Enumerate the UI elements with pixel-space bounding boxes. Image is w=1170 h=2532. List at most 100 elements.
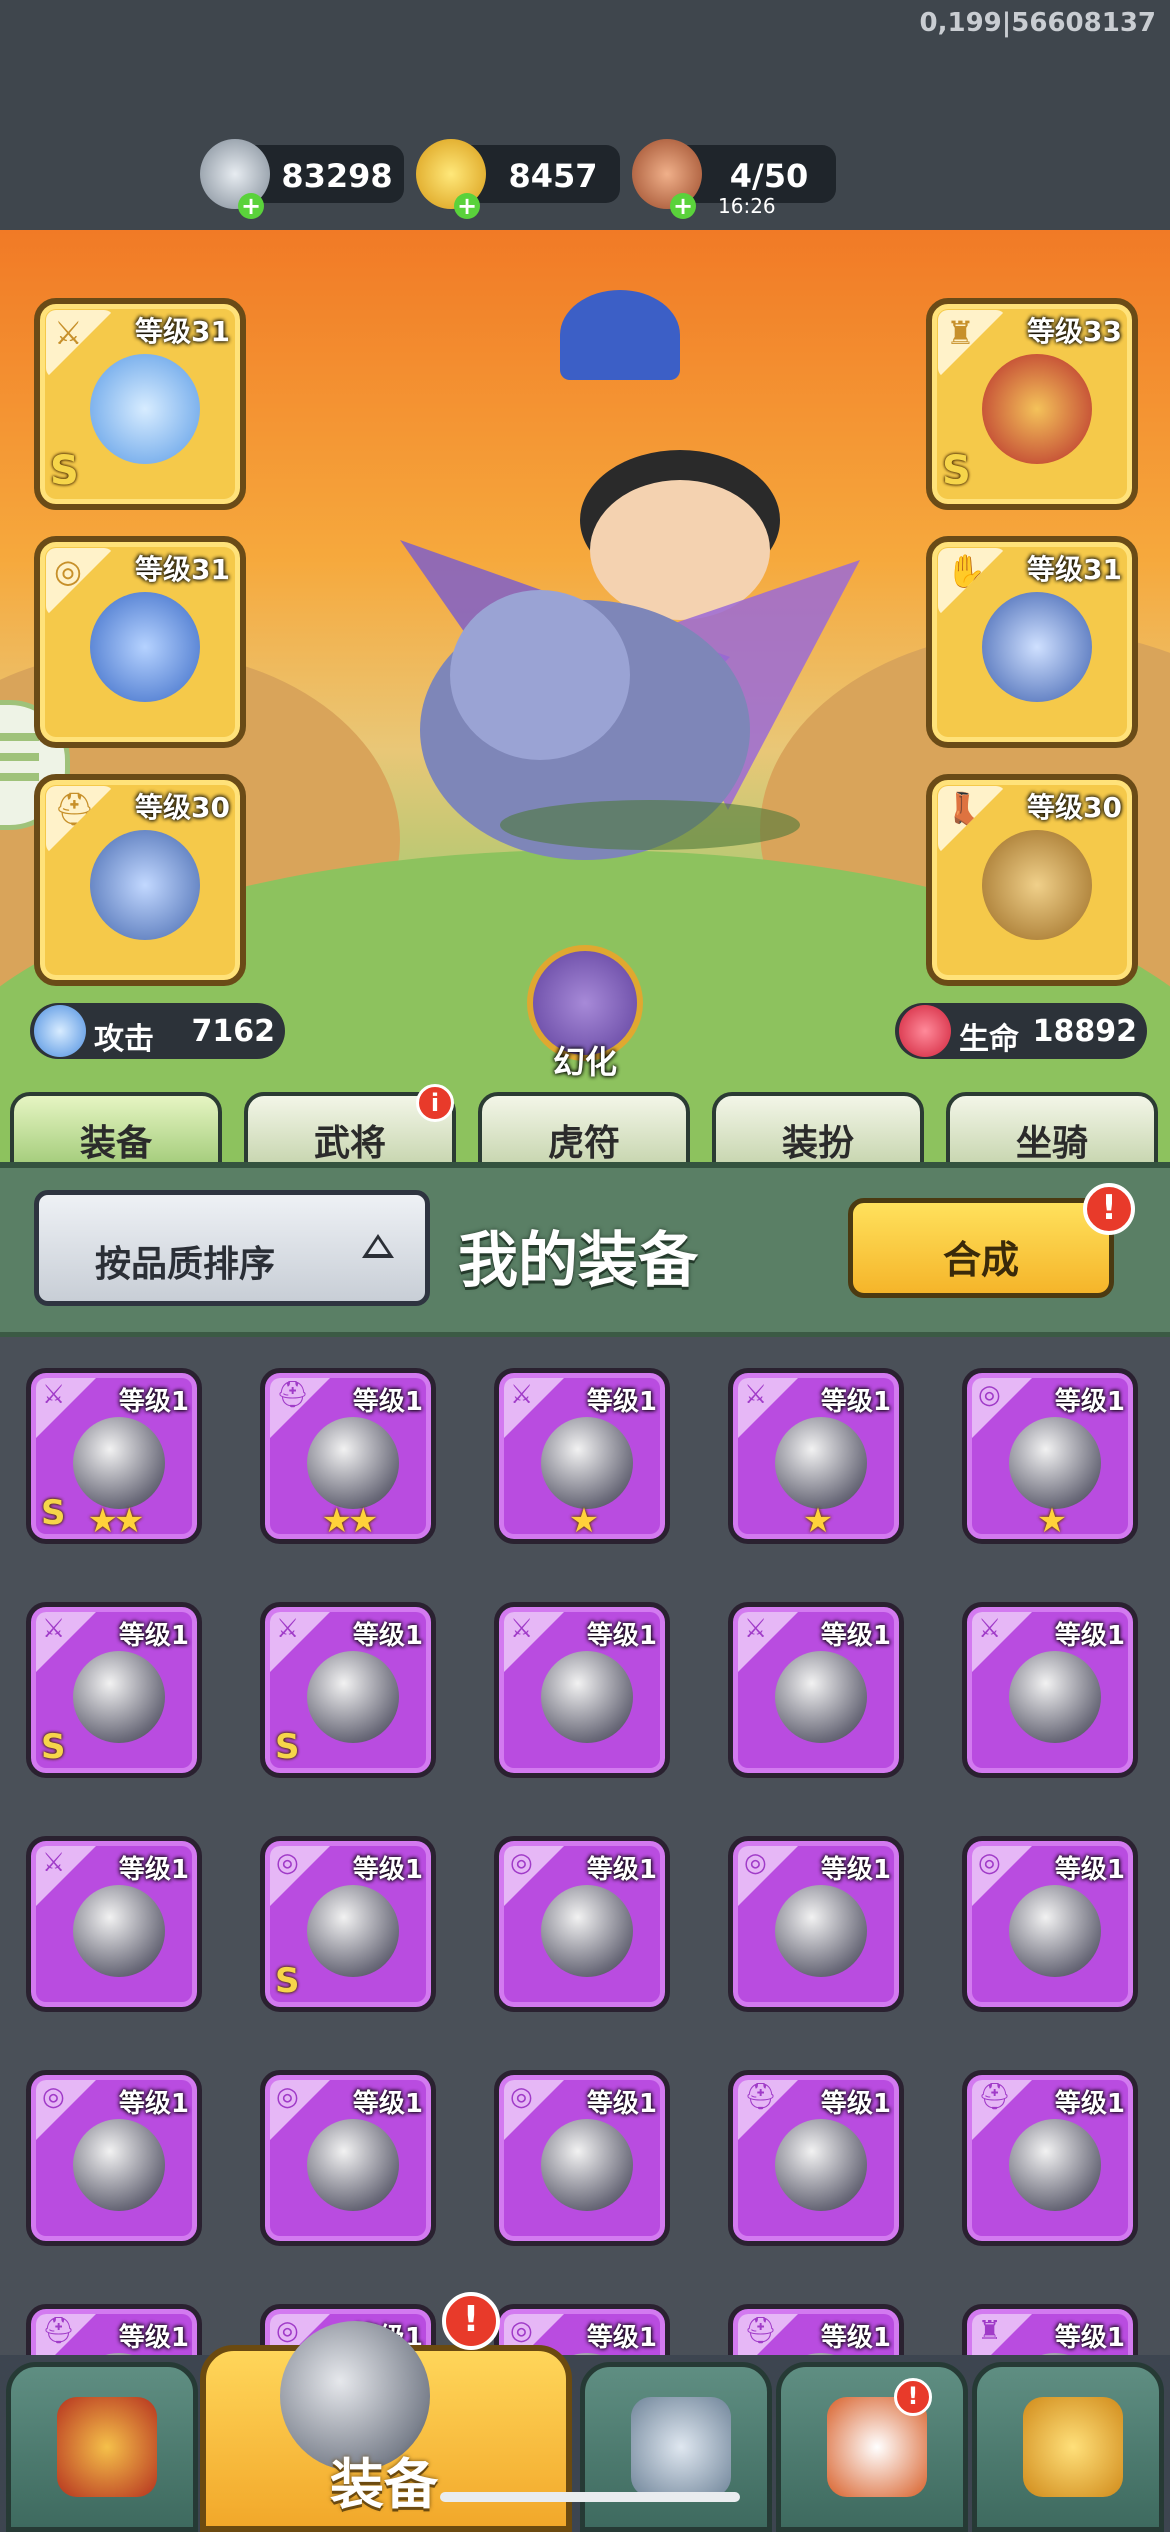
item-art bbox=[775, 1651, 867, 1743]
hero-face bbox=[590, 480, 770, 620]
nav-pet[interactable] bbox=[776, 2362, 968, 2532]
hp-stat: 生命 18892 bbox=[895, 1003, 1147, 1059]
tab-equipment[interactable]: 装备 bbox=[10, 1092, 222, 1168]
hp-value: 18892 bbox=[1032, 1014, 1137, 1049]
tab-label: 装扮 bbox=[781, 1123, 854, 1164]
attack-value: 7162 bbox=[191, 1014, 276, 1049]
tab-label: 装备 bbox=[79, 1123, 152, 1164]
attack-label: 攻击 bbox=[94, 1022, 154, 1057]
inventory-item[interactable]: ◎等级1 bbox=[26, 2070, 202, 2246]
inventory-item[interactable]: ⚔ 等级1 ★ bbox=[728, 1368, 904, 1544]
transform-label: 幻化 bbox=[552, 1043, 617, 1081]
inventory-item[interactable]: ◎等级1 bbox=[962, 1836, 1138, 2012]
item-level: 等级1 bbox=[820, 2323, 891, 2353]
item-level: 等级1 bbox=[586, 1855, 657, 1885]
equipped-helmet-slot[interactable]: ⛑ 等级30 bbox=[34, 774, 246, 986]
item-level: 等级1 bbox=[1054, 2089, 1125, 2119]
inventory-item[interactable]: ⛑ 等级1 bbox=[962, 2070, 1138, 2246]
inventory-item[interactable]: ⚔ 等级1 S bbox=[26, 1602, 202, 1778]
heart-icon bbox=[899, 1005, 951, 1057]
inventory-item[interactable]: ◎ 等级1 S bbox=[260, 1836, 436, 2012]
energy-value: 4/50 bbox=[729, 157, 809, 195]
crossed-swords-shield-icon bbox=[631, 2397, 731, 2497]
item-art bbox=[73, 1651, 165, 1743]
upgrade-fist-icon bbox=[1023, 2397, 1123, 2497]
nav-gate[interactable] bbox=[6, 2362, 198, 2532]
star-rating: ★ bbox=[1036, 1501, 1067, 1541]
equipped-armor-slot[interactable]: ♜ 等级33 S bbox=[926, 298, 1138, 510]
plus-icon[interactable]: + bbox=[670, 193, 696, 219]
amulet-art bbox=[90, 592, 200, 702]
inventory-item[interactable]: ⚔ 等级1 bbox=[728, 1602, 904, 1778]
tab-label: 虎符 bbox=[547, 1123, 620, 1164]
inventory-item[interactable]: ⚔ 等级1 S bbox=[260, 1602, 436, 1778]
item-art bbox=[307, 2119, 399, 2211]
mount-shadow bbox=[500, 800, 800, 850]
inventory-item[interactable]: ◎ 等级1 ★ bbox=[962, 1368, 1138, 1544]
helmet-icon: ⛑ bbox=[46, 786, 114, 854]
equipped-weapon-slot[interactable]: ⚔ 等级31 S bbox=[34, 298, 246, 510]
item-level: 等级1 bbox=[820, 2089, 891, 2119]
item-level: 等级1 bbox=[586, 2089, 657, 2119]
hero-hat bbox=[560, 290, 680, 380]
item-level: 等级1 bbox=[820, 1621, 891, 1651]
inventory-item[interactable]: ◎等级1 bbox=[494, 1836, 670, 2012]
equipped-boots-slot[interactable]: 👢 等级30 bbox=[926, 774, 1138, 986]
item-level: 等级1 bbox=[352, 1621, 423, 1651]
inventory-item[interactable]: ⚔ 等级1 bbox=[494, 1602, 670, 1778]
plus-icon[interactable]: + bbox=[454, 193, 480, 219]
inventory-item[interactable]: ◎等级1 bbox=[260, 2070, 436, 2246]
inventory-item[interactable]: ⚔ 等级1 bbox=[962, 1602, 1138, 1778]
inventory-item[interactable]: ◎等级1 bbox=[728, 1836, 904, 2012]
slot-level: 等级30 bbox=[1027, 791, 1122, 824]
item-art bbox=[1009, 1651, 1101, 1743]
item-level: 等级1 bbox=[586, 1621, 657, 1651]
tab-outfit[interactable]: 装扮 bbox=[712, 1092, 924, 1168]
armor-icon: ♜ bbox=[938, 310, 1006, 378]
inventory-item[interactable]: ⛑ 等级1 bbox=[728, 2070, 904, 2246]
item-level: 等级1 bbox=[118, 1387, 189, 1417]
tab-tiger-tally[interactable]: 虎符 bbox=[478, 1092, 690, 1168]
slot-grade: S bbox=[942, 448, 971, 494]
inventory-item[interactable]: ⚔ 等级1 ★ bbox=[494, 1368, 670, 1544]
inventory-item[interactable]: ⚔ 等级1 S ★★ bbox=[26, 1368, 202, 1544]
plus-icon[interactable]: + bbox=[238, 193, 264, 219]
silver-value: 83298 bbox=[281, 157, 393, 195]
inventory-item[interactable]: ⛑ 等级1 ★★ bbox=[260, 1368, 436, 1544]
helmet-art bbox=[90, 830, 200, 940]
gate-icon bbox=[57, 2397, 157, 2497]
bracer-art bbox=[982, 592, 1092, 702]
item-art bbox=[1009, 1417, 1101, 1509]
item-art bbox=[1009, 2119, 1101, 2211]
item-level: 等级1 bbox=[820, 1387, 891, 1417]
nav-upgrade[interactable] bbox=[972, 2362, 1164, 2532]
slot-level: 等级31 bbox=[1027, 553, 1122, 586]
merge-button[interactable]: 合成 bbox=[848, 1198, 1114, 1298]
gold-resource[interactable]: + 8457 bbox=[416, 139, 620, 219]
item-level: 等级1 bbox=[820, 1855, 891, 1885]
item-art bbox=[541, 1885, 633, 1977]
medal-icon: ◎ bbox=[46, 548, 114, 616]
item-level: 等级1 bbox=[352, 1387, 423, 1417]
nav-battle[interactable] bbox=[580, 2362, 772, 2532]
equipped-bracer-slot[interactable]: ✋ 等级31 bbox=[926, 536, 1138, 748]
tab-mount[interactable]: 坐骑 bbox=[946, 1092, 1158, 1168]
item-art bbox=[307, 1885, 399, 1977]
item-art bbox=[541, 2119, 633, 2211]
item-level: 等级1 bbox=[352, 2089, 423, 2119]
alert-badge: ! bbox=[1083, 1183, 1135, 1235]
tab-generals[interactable]: 武将 i bbox=[244, 1084, 456, 1168]
inventory-item[interactable]: ⚔ 等级1 bbox=[26, 1836, 202, 2012]
item-level: 等级1 bbox=[1054, 1621, 1125, 1651]
item-level: 等级1 bbox=[118, 2089, 189, 2119]
item-grade: S bbox=[275, 1727, 300, 1767]
boot-icon: 👢 bbox=[938, 786, 1006, 854]
item-grade: S bbox=[275, 1961, 300, 2001]
inventory-item[interactable]: ◎等级1 bbox=[494, 2070, 670, 2246]
tab-bar: 装备 武将 i 虎符 装扮 坐骑 bbox=[0, 1084, 1170, 1168]
silver-resource[interactable]: + 83298 bbox=[200, 139, 404, 219]
menu-lines-icon bbox=[0, 733, 39, 741]
item-level: 等级1 bbox=[118, 2323, 189, 2353]
star-rating: ★ bbox=[802, 1501, 833, 1541]
equipped-amulet-slot[interactable]: ◎ 等级31 bbox=[34, 536, 246, 748]
